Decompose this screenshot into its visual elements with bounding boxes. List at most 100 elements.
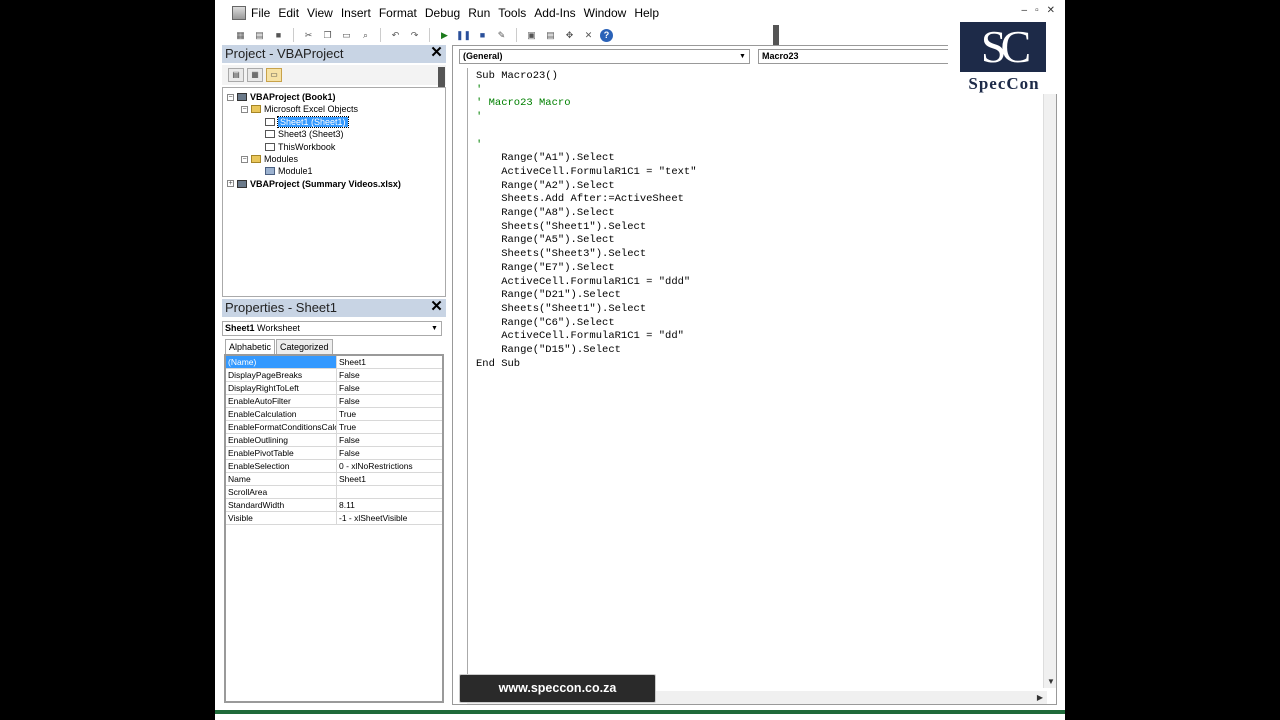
chevron-down-icon[interactable]: ▼ — [429, 323, 440, 334]
toolbar-separator — [429, 28, 430, 42]
toolbar-grip[interactable] — [773, 25, 779, 45]
property-value[interactable]: 0 - xlNoRestrictions — [337, 460, 413, 472]
sheet-icon — [265, 117, 275, 126]
excel-icon[interactable] — [232, 6, 246, 20]
reset-icon[interactable]: ■ — [475, 28, 490, 42]
expand-icon[interactable]: + — [227, 180, 234, 188]
toolbar-separator — [380, 28, 381, 42]
collapse-icon[interactable]: − — [227, 93, 234, 101]
menu-edit[interactable]: Edit — [278, 6, 306, 20]
procedure-combo[interactable]: Macro23 — [758, 49, 958, 64]
property-row[interactable]: StandardWidth 8.11 — [226, 499, 442, 512]
save-icon[interactable]: ■ — [271, 28, 286, 42]
insert-userform-icon[interactable]: ▤ — [252, 28, 267, 42]
property-value[interactable]: False — [337, 395, 360, 407]
code-line: ' — [476, 111, 483, 124]
property-value[interactable]: False — [337, 434, 360, 446]
tab-alphabetic[interactable]: Alphabetic — [225, 339, 276, 354]
object-browser-icon[interactable]: ✥ — [562, 28, 577, 42]
properties-window-icon[interactable]: ▤ — [543, 28, 558, 42]
property-row[interactable]: Visible -1 - xlSheetVisible — [226, 512, 442, 525]
object-combo[interactable]: (General) ▼ — [459, 49, 750, 64]
property-row[interactable]: (Name) Sheet1 — [226, 356, 442, 369]
toggle-folders-icon[interactable]: ▭ — [266, 68, 282, 82]
undo-icon[interactable]: ↶ — [388, 28, 403, 42]
property-row[interactable]: EnableFormatConditionsCalc True — [226, 421, 442, 434]
menu-tools[interactable]: Tools — [498, 6, 533, 20]
close-icon[interactable]: ✕ — [429, 299, 444, 315]
workbook-icon — [265, 142, 275, 151]
menu-add-ins[interactable]: Add-Ins — [534, 6, 582, 20]
property-value[interactable]: True — [337, 408, 356, 420]
property-value[interactable]: False — [337, 369, 360, 381]
property-row[interactable]: EnableSelection 0 - xlNoRestrictions — [226, 460, 442, 473]
help-icon[interactable]: ? — [600, 28, 613, 42]
design-mode-icon[interactable]: ✎ — [494, 28, 509, 42]
break-icon[interactable]: ❚❚ — [456, 28, 471, 42]
menu-run[interactable]: Run — [468, 6, 497, 20]
collapse-icon[interactable]: − — [241, 155, 248, 163]
property-row[interactable]: DisplayRightToLeft False — [226, 382, 442, 395]
property-row[interactable]: Name Sheet1 — [226, 473, 442, 486]
tree-node[interactable]: − Microsoft Excel Objects — [241, 103, 358, 115]
menu-debug[interactable]: Debug — [425, 6, 467, 20]
property-value[interactable]: False — [337, 447, 360, 459]
cut-icon[interactable]: ✂ — [301, 28, 316, 42]
property-row[interactable]: EnableCalculation True — [226, 408, 442, 421]
restore-icon[interactable]: ▫ — [1035, 5, 1039, 16]
scroll-down-icon[interactable]: ▼ — [1047, 677, 1055, 686]
property-row[interactable]: ScrollArea — [226, 486, 442, 499]
project-explorer-icon[interactable]: ▣ — [524, 28, 539, 42]
redo-icon[interactable]: ↷ — [407, 28, 422, 42]
property-value[interactable]: True — [337, 421, 356, 433]
property-name: (Name) — [226, 356, 337, 368]
project-scroll-handle[interactable] — [438, 67, 445, 87]
close-icon[interactable]: ✕ — [1047, 5, 1055, 16]
paste-icon[interactable]: ▭ — [339, 28, 354, 42]
tree-node[interactable]: Sheet3 (Sheet3) — [255, 128, 344, 140]
property-row[interactable]: EnableOutlining False — [226, 434, 442, 447]
minimize-icon[interactable]: – — [1022, 5, 1028, 16]
property-value[interactable]: 8.11 — [337, 499, 355, 511]
object-select[interactable]: Sheet1 Worksheet ▼ — [222, 321, 442, 336]
tree-node[interactable]: Module1 — [255, 165, 313, 177]
property-row[interactable]: EnableAutoFilter False — [226, 395, 442, 408]
code-line: ' — [476, 83, 483, 96]
collapse-icon[interactable]: − — [241, 105, 248, 113]
chevron-down-icon[interactable]: ▼ — [737, 51, 748, 62]
property-value[interactable] — [337, 486, 339, 498]
tree-node[interactable]: − Modules — [241, 153, 298, 165]
run-icon[interactable]: ▶ — [437, 28, 452, 42]
toolbox-icon[interactable]: ✕ — [581, 28, 596, 42]
view-excel-icon[interactable]: ▦ — [233, 28, 248, 42]
view-code-icon[interactable]: ▤ — [228, 68, 244, 82]
view-object-icon[interactable]: ▦ — [247, 68, 263, 82]
property-value[interactable]: Sheet1 — [337, 473, 366, 485]
tree-node[interactable]: − VBAProject (Book1) — [227, 91, 336, 103]
menu-file[interactable]: File — [251, 6, 277, 20]
menu-format[interactable]: Format — [379, 6, 424, 20]
property-row[interactable]: EnablePivotTable False — [226, 447, 442, 460]
menu-window[interactable]: Window — [584, 6, 634, 20]
tree-node[interactable]: ThisWorkbook — [255, 141, 335, 153]
menu-insert[interactable]: Insert — [341, 6, 378, 20]
toolbar-separator — [293, 28, 294, 42]
vertical-scrollbar[interactable]: ▼ — [1043, 68, 1056, 688]
scroll-right-icon[interactable]: ▶ — [1037, 693, 1043, 702]
tab-categorized[interactable]: Categorized — [276, 339, 333, 354]
code-line: ' — [476, 138, 483, 151]
find-icon[interactable]: ⌕ — [358, 28, 373, 42]
property-row[interactable]: DisplayPageBreaks False — [226, 369, 442, 382]
menu-view[interactable]: View — [307, 6, 340, 20]
code-editor[interactable]: Sub Macro23() ' ' Macro23 Macro ' ' Range("A… — [467, 68, 1043, 678]
property-value[interactable]: Sheet1 — [337, 356, 366, 368]
close-icon[interactable]: ✕ — [429, 45, 444, 61]
speccon-logo: SC SpecCon — [948, 22, 1060, 94]
copy-icon[interactable]: ❐ — [320, 28, 335, 42]
property-value[interactable]: -1 - xlSheetVisible — [337, 512, 407, 524]
tree-node[interactable]: + VBAProject (Summary Videos.xlsx) — [227, 178, 401, 190]
tree-node[interactable]: Sheet1 (Sheet1) — [255, 115, 349, 128]
code-line: ActiveCell.FormulaR1C1 = "ddd" — [476, 275, 691, 288]
property-value[interactable]: False — [337, 382, 360, 394]
menu-help[interactable]: Help — [634, 6, 666, 20]
